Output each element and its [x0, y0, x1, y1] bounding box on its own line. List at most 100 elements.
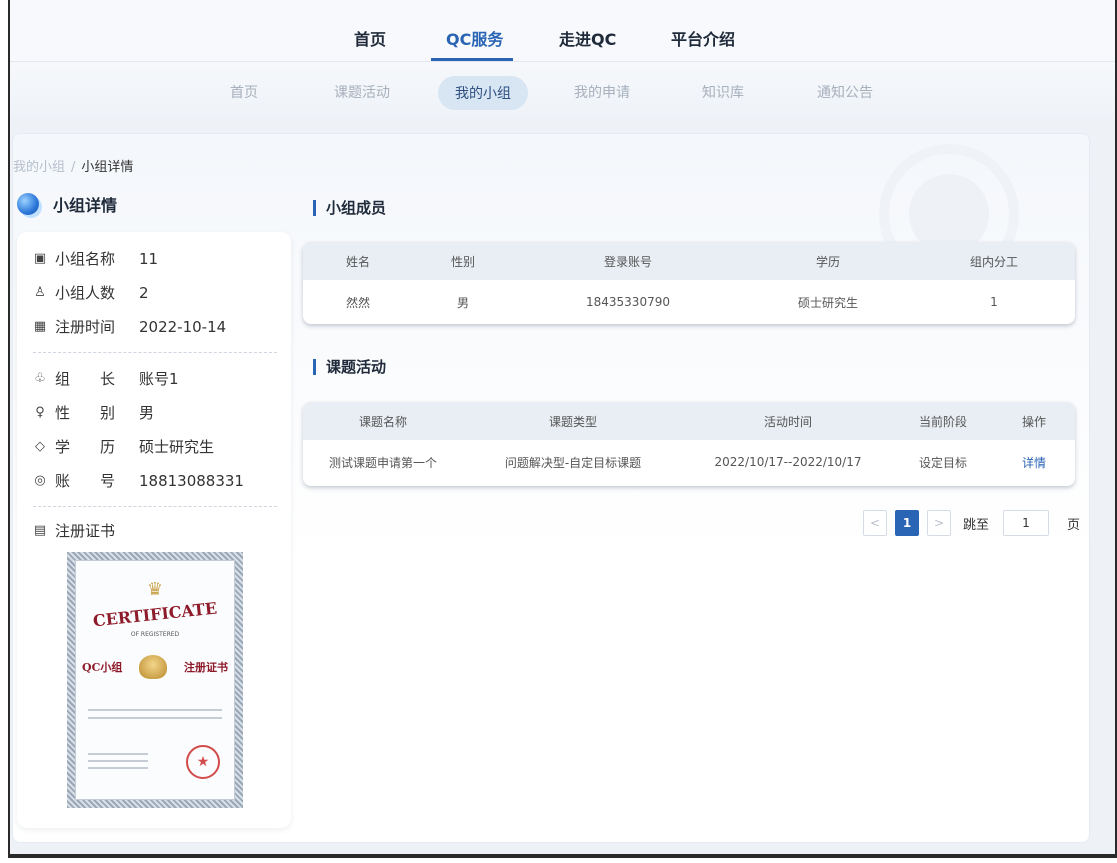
field-label: 注册时间 — [55, 318, 116, 336]
field-label: 账 号 — [55, 472, 116, 490]
activities-table: 课题名称 课题类型 活动时间 当前阶段 操作 测试课题申请第一个 问题解决型-自… — [303, 402, 1075, 486]
field-value: 男 — [139, 404, 155, 422]
certificate-text-lines — [88, 709, 222, 725]
column-header: 学历 — [815, 254, 840, 269]
field-value: 账号1 — [139, 370, 179, 388]
group-detail-heading: 小组详情 — [17, 192, 117, 216]
column-header: 课题名称 — [358, 414, 407, 429]
certificate-body: ♛ CERTIFICATE OF REGISTERED QC小组 注册证书 ★ — [75, 560, 235, 800]
top-nav-home[interactable]: 首页 — [354, 26, 386, 50]
field-group-size: ♙ 小组人数 2 — [33, 282, 149, 303]
column-header: 姓名 — [345, 254, 370, 269]
field-group-name: ▣ 小组名称 11 — [33, 248, 158, 269]
column-header: 活动时间 — [763, 414, 812, 429]
divider — [33, 352, 277, 353]
table-cell: 设定目标 — [918, 455, 967, 470]
sub-nav-topic-activities[interactable]: 课题活动 — [334, 82, 390, 102]
field-value: 硕士研究生 — [139, 438, 215, 456]
group-orb-icon — [17, 193, 39, 215]
top-nav: 首页 QC服务 走进QC 平台介绍 — [10, 0, 1115, 62]
activities-section-title: 课题活动 — [313, 359, 386, 375]
field-label: 组 长 — [55, 370, 116, 388]
table-cell: 1 — [990, 295, 998, 309]
table-cell: 问题解决型-自定目标课题 — [504, 455, 642, 470]
app-window: 首页 QC服务 走进QC 平台介绍 首页 课题活动 我的小组 我的申请 知识库 … — [8, 0, 1117, 858]
table-row: 然然 男 18435330790 硕士研究生 1 — [303, 280, 1075, 324]
table-row: 测试课题申请第一个 问题解决型-自定目标课题 2022/10/17--2022/… — [303, 440, 1075, 484]
column-header: 性别 — [450, 254, 475, 269]
sub-nav-notices[interactable]: 通知公告 — [817, 82, 873, 102]
column-header: 组内分工 — [969, 254, 1018, 269]
registration-certificate-image[interactable]: ♛ CERTIFICATE OF REGISTERED QC小组 注册证书 ★ — [67, 552, 243, 808]
activities-table-header: 课题名称 课题类型 活动时间 当前阶段 操作 — [303, 402, 1075, 440]
table-cell: 18435330790 — [586, 295, 670, 309]
divider — [33, 506, 277, 507]
members-table: 姓名 性别 登录账号 学历 组内分工 然然 男 18435330790 硕士研究… — [303, 242, 1075, 324]
field-label: 小组人数 — [55, 284, 116, 302]
field-value: 11 — [139, 249, 159, 268]
table-cell: 硕士研究生 — [797, 295, 858, 310]
column-header: 操作 — [1021, 414, 1046, 429]
field-value: 2 — [139, 283, 149, 302]
breadcrumb: 我的小组 / 小组详情 — [13, 156, 133, 175]
sub-nav-my-applications[interactable]: 我的申请 — [574, 82, 630, 102]
field-leader: ♧ 组 长 账号1 — [33, 368, 179, 389]
jump-page-input[interactable]: 1 — [1003, 510, 1049, 536]
breadcrumb-separator: / — [71, 160, 76, 175]
next-page-button[interactable]: > — [927, 510, 951, 536]
field-label: 小组名称 — [55, 250, 116, 268]
person-icon: ♀ — [35, 405, 45, 420]
certificate-main-line: QC小组 注册证书 — [82, 655, 228, 679]
top-nav-platform-intro[interactable]: 平台介绍 — [671, 26, 735, 50]
users-icon: ♙ — [34, 285, 46, 300]
group-info-card: ▣ 小组名称 11 ♙ 小组人数 2 ▦ 注册时间 2022-10-14 ♧ 组… — [17, 232, 291, 828]
sub-nav-my-group[interactable]: 我的小组 — [438, 76, 528, 110]
jump-label: 跳至 — [963, 517, 990, 533]
page-1-button[interactable]: 1 — [895, 510, 919, 536]
field-education: ◇ 学 历 硕士研究生 — [33, 436, 214, 457]
page-suffix: 页 — [1067, 517, 1081, 533]
calendar-icon: ▦ — [33, 319, 47, 334]
table-cell: 测试课题申请第一个 — [328, 455, 437, 470]
field-label: 学 历 — [55, 438, 116, 456]
account-icon: ◎ — [34, 473, 46, 488]
sub-nav-home[interactable]: 首页 — [230, 82, 258, 102]
field-label: 性 别 — [55, 404, 116, 422]
detail-link[interactable]: 详情 — [993, 440, 1075, 484]
table-cell: 然然 — [345, 295, 370, 310]
table-cell: 2022/10/17--2022/10/17 — [714, 455, 862, 469]
column-header: 当前阶段 — [918, 414, 967, 429]
members-section-title: 小组成员 — [313, 200, 386, 216]
certificate-left-text: QC小组 — [82, 661, 123, 674]
field-register-date: ▦ 注册时间 2022-10-14 — [33, 316, 226, 337]
seal-stamp-icon: ★ — [186, 745, 220, 779]
breadcrumb-my-group[interactable]: 我的小组 — [13, 160, 65, 175]
column-header: 课题类型 — [548, 414, 597, 429]
field-gender: ♀ 性 别 男 — [33, 402, 154, 423]
certificate-heading: ▤ 注册证书 — [33, 520, 115, 541]
medal-icon — [139, 655, 168, 679]
field-value: 2022-10-14 — [139, 317, 227, 336]
breadcrumb-current: 小组详情 — [81, 160, 134, 175]
graduation-cap-icon: ◇ — [35, 439, 45, 454]
certificate-footer-lines — [88, 753, 148, 774]
column-header: 登录账号 — [603, 254, 652, 269]
field-account: ◎ 账 号 18813088331 — [33, 470, 244, 491]
certificate-label: 注册证书 — [55, 522, 116, 540]
crown-icon: ♛ — [146, 579, 164, 600]
top-nav-about-qc[interactable]: 走进QC — [559, 26, 616, 50]
top-nav-qc-service[interactable]: QC服务 — [446, 26, 503, 50]
certificate-right-text: 注册证书 — [184, 661, 228, 674]
members-table-header: 姓名 性别 登录账号 学历 组内分工 — [303, 242, 1075, 280]
certificate-title: CERTIFICATE — [92, 598, 218, 631]
certificate-icon: ▤ — [33, 523, 47, 538]
group-detail-title: 小组详情 — [53, 196, 118, 215]
sub-nav-knowledge-base[interactable]: 知识库 — [702, 82, 744, 102]
leader-icon: ♧ — [34, 371, 46, 386]
certificate-subtitle: OF REGISTERED — [130, 631, 180, 638]
prev-page-button[interactable]: < — [863, 510, 887, 536]
active-tab-indicator — [431, 58, 513, 61]
id-card-icon: ▣ — [33, 251, 47, 266]
sub-nav: 首页 课题活动 我的小组 我的申请 知识库 通知公告 — [10, 62, 1115, 122]
main-panel: 我的小组 / 小组详情 小组详情 ▣ 小组名称 11 ♙ 小组人数 2 ▦ 注册时间… — [12, 133, 1090, 843]
